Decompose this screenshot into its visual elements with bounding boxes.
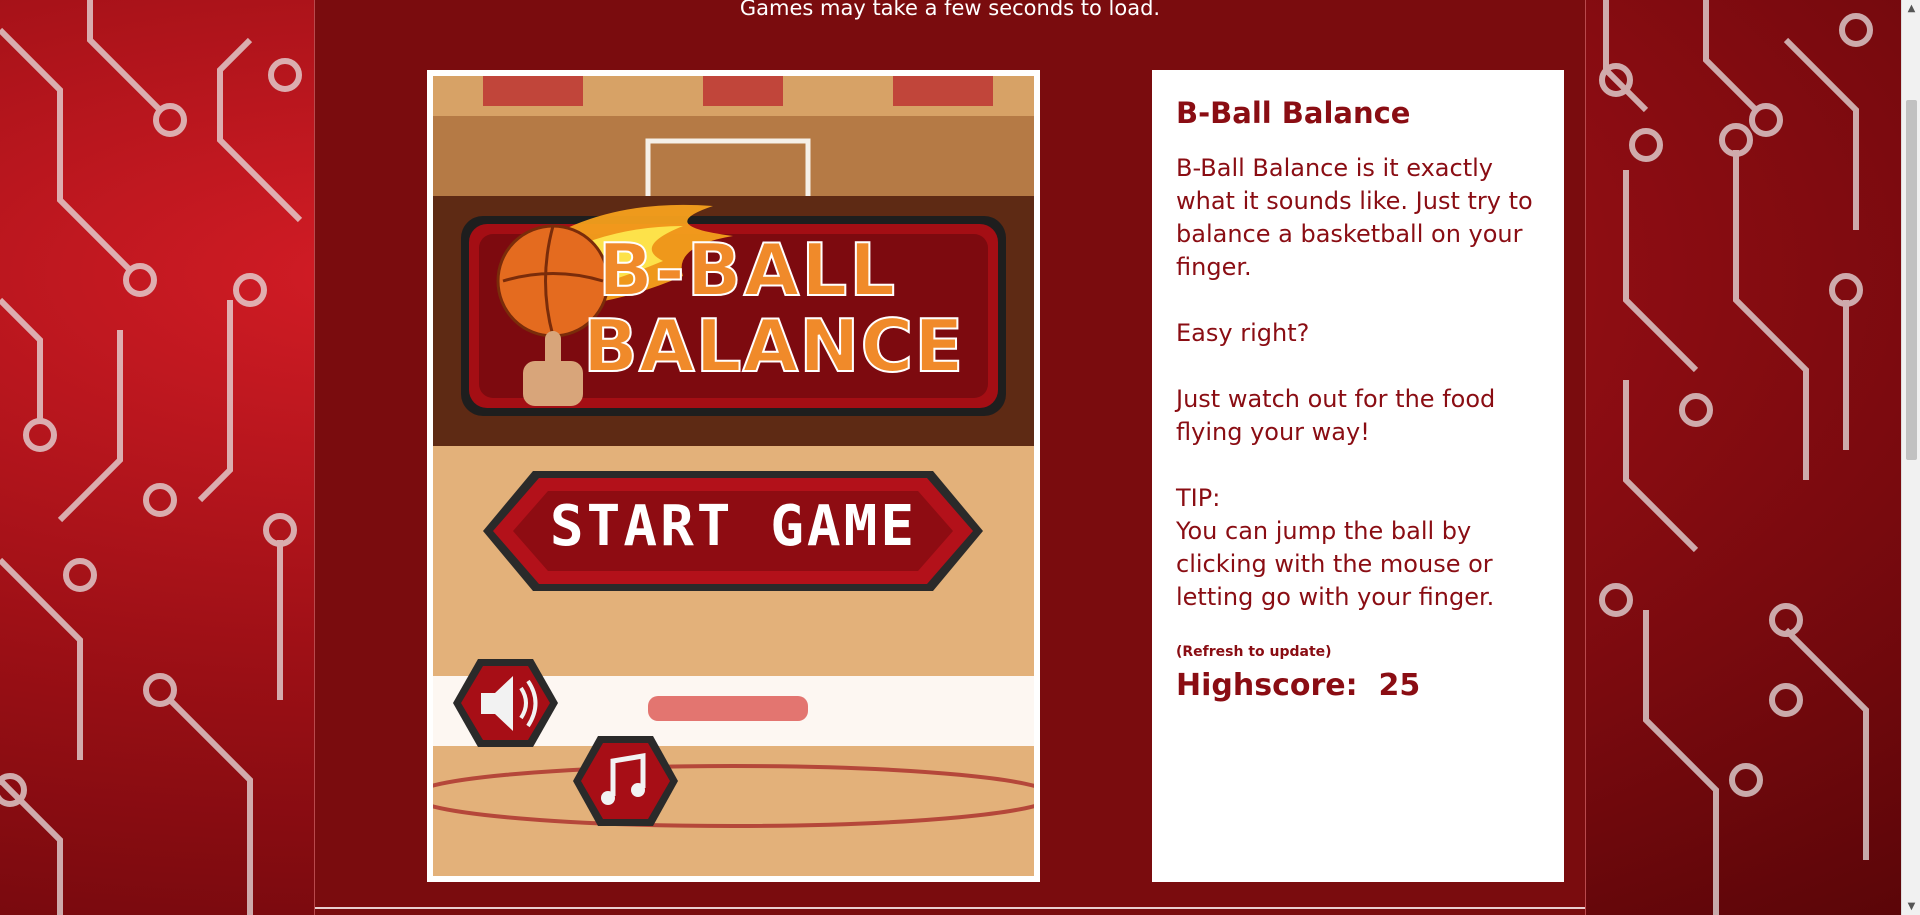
circuit-pattern-right — [1599, 0, 1873, 915]
refresh-note: (Refresh to update) — [1176, 644, 1332, 660]
sound-button[interactable]: 🔊 — [453, 659, 558, 747]
game-scene — [433, 76, 1034, 876]
bottom-divider — [315, 907, 1585, 909]
watch-out-text: Just watch out for the food flying your … — [1176, 385, 1496, 446]
tip-label: TIP: — [1176, 484, 1221, 512]
tip-text: You can jump the ball by clicking with t… — [1176, 517, 1495, 611]
highscore-value: 25 — [1378, 668, 1421, 703]
easy-text: Easy right? — [1176, 319, 1310, 347]
scrollbar-thumb[interactable] — [1906, 100, 1917, 460]
scroll-down-arrow-icon[interactable]: ▼ — [1902, 898, 1920, 915]
load-note: Games may take a few seconds to load. — [739, 0, 1161, 20]
game-title-line1: B-BALL — [597, 227, 898, 313]
game-title-line2: BALANCE — [582, 303, 965, 389]
tip-block: TIP: You can jump the ball by clicking w… — [1176, 482, 1540, 614]
game-frame: B-BALL BALANCE START GAME 🔊 ♫ — [427, 70, 1040, 882]
circuit-pattern-left — [0, 0, 303, 915]
highscore: Highscore: 25 — [1176, 668, 1540, 703]
highscore-label: Highscore: — [1176, 668, 1358, 703]
game-canvas[interactable]: B-BALL BALANCE START GAME 🔊 ♫ — [433, 76, 1034, 876]
game-info-panel: B-Ball Balance B-Ball Balance is it exac… — [1152, 70, 1564, 882]
game-info-title: B-Ball Balance — [1176, 96, 1411, 130]
start-game-button[interactable]: START GAME — [515, 494, 952, 559]
scroll-up-arrow-icon[interactable]: ▲ — [1902, 0, 1920, 17]
main-content: Games may take a few seconds to load. B-… — [314, 0, 1586, 915]
music-button[interactable]: ♫ — [573, 736, 678, 826]
page-scrollbar[interactable]: ▲ ▼ — [1901, 0, 1920, 915]
game-description: B-Ball Balance is it exactly what it sou… — [1176, 154, 1533, 281]
